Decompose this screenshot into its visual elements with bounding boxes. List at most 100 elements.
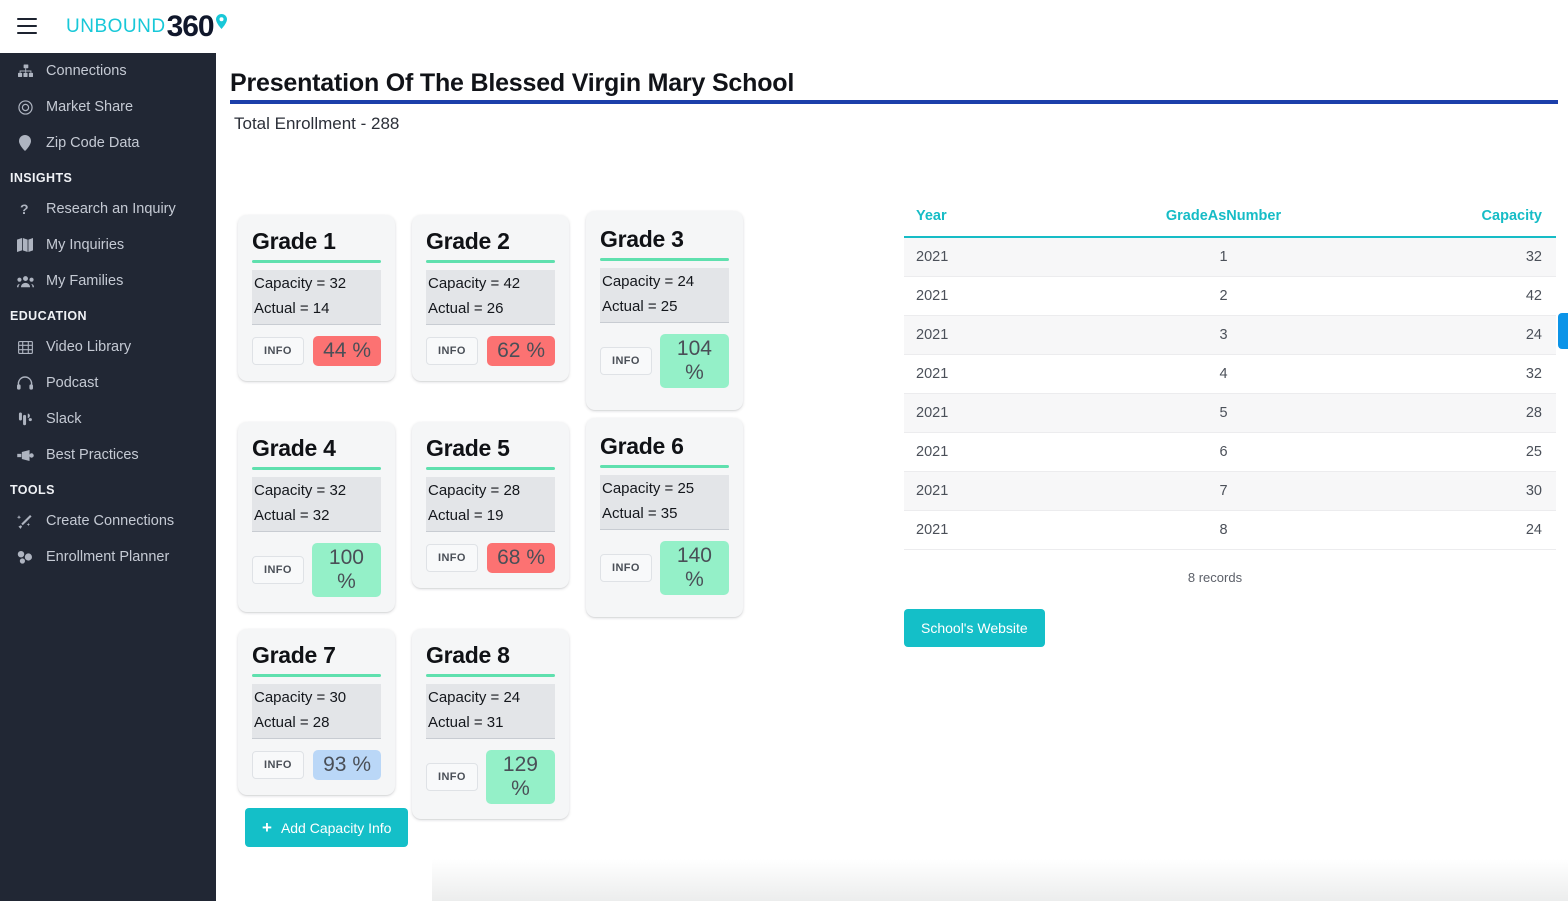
sidebar-item-market-share[interactable]: Market Share: [0, 89, 216, 125]
table-row[interactable]: 2021 2 42: [904, 276, 1556, 316]
card-stats: Capacity = 32 Actual = 14: [252, 270, 381, 325]
column-header-year[interactable]: Year: [904, 208, 1087, 237]
info-button[interactable]: INFO: [426, 336, 478, 365]
info-button[interactable]: INFO: [600, 553, 652, 582]
sidebar-item-label: Slack: [46, 411, 82, 427]
grade-card[interactable]: Grade 8 Capacity = 24 Actual = 31 INFO 1…: [412, 628, 569, 819]
add-capacity-info-button[interactable]: + Add Capacity Info: [245, 808, 409, 847]
sidebar-section-education: EDUCATION: [10, 309, 87, 323]
table-row[interactable]: 2021 5 28: [904, 393, 1556, 433]
capacity-value: Capacity = 30: [254, 688, 347, 706]
table-head: Year GradeAsNumber Capacity: [904, 208, 1556, 237]
card-accent-bar: [600, 465, 729, 469]
card-stats: Capacity = 28 Actual = 19: [426, 477, 555, 532]
card-actions: INFO 129 %: [426, 749, 555, 804]
table-row[interactable]: 2021 1 32: [904, 237, 1556, 277]
info-button[interactable]: INFO: [600, 346, 652, 375]
sidebar-item-label: Connections: [46, 63, 127, 79]
info-button[interactable]: INFO: [426, 543, 478, 572]
question-icon: ?: [16, 201, 34, 217]
cell-capacity: 24: [1360, 510, 1556, 550]
card-stats: Capacity = 42 Actual = 26: [426, 270, 555, 325]
info-button[interactable]: INFO: [426, 762, 478, 791]
sidebar-item-enrollment-planner[interactable]: Enrollment Planner: [0, 539, 216, 575]
info-button[interactable]: INFO: [252, 555, 304, 584]
cell-year: 2021: [904, 393, 1087, 433]
grade-card[interactable]: Grade 2 Capacity = 42 Actual = 26 INFO 6…: [412, 215, 569, 381]
grade-card[interactable]: Grade 4 Capacity = 32 Actual = 32 INFO 1…: [238, 421, 395, 612]
grade-card[interactable]: Grade 5 Capacity = 28 Actual = 19 INFO 6…: [412, 421, 569, 588]
users-icon: [16, 275, 34, 288]
sidebar-item-my-inquiries[interactable]: My Inquiries: [0, 227, 216, 263]
card-stats: Capacity = 24 Actual = 25: [600, 268, 729, 323]
map-pin-icon: [16, 135, 34, 151]
total-enrollment-label: Total Enrollment - 288: [234, 114, 400, 133]
card-stats: Capacity = 32 Actual = 32: [252, 477, 381, 532]
card-title: Grade 8: [426, 641, 510, 668]
card-title: Grade 7: [252, 641, 336, 668]
cell-capacity: 32: [1360, 237, 1556, 277]
actual-value: Actual = 28: [254, 713, 330, 731]
card-actions: INFO 68 %: [426, 542, 555, 573]
sidebar-item-connections[interactable]: Connections: [0, 53, 216, 89]
record-count: 8 records: [1187, 570, 1243, 585]
grade-cards: Grade 1 Capacity = 32 Actual = 14 INFO 4…: [238, 211, 798, 831]
card-title: Grade 1: [252, 228, 336, 254]
headphones-icon: [16, 376, 34, 390]
card-row: Grade 1 Capacity = 32 Actual = 14 INFO 4…: [238, 211, 798, 410]
card-title: Grade 6: [600, 432, 684, 459]
grade-card[interactable]: Grade 3 Capacity = 24 Actual = 25 INFO 1…: [586, 211, 743, 410]
column-header-capacity[interactable]: Capacity: [1360, 208, 1556, 237]
card-accent-bar: [252, 467, 381, 471]
logo-word: UNBOUND: [66, 16, 166, 37]
percent-badge: 62 %: [487, 335, 555, 366]
capacity-table: Year GradeAsNumber Capacity 2021 1 32 20…: [904, 208, 1556, 550]
hamburger-icon[interactable]: [17, 18, 37, 34]
side-panel-toggle-tab[interactable]: [1558, 313, 1568, 349]
sidebar-item-label: Research an Inquiry: [46, 201, 176, 217]
cell-capacity: 24: [1360, 315, 1556, 355]
capacity-value: Capacity = 42: [428, 275, 521, 293]
sidebar-item-podcast[interactable]: Podcast: [0, 365, 216, 401]
sidebar-item-zip-code-data[interactable]: Zip Code Data: [0, 125, 216, 161]
sidebar-item-research-an-inquiry[interactable]: ? Research an Inquiry: [0, 191, 216, 227]
card-actions: INFO 100 %: [252, 542, 381, 597]
cell-grade: 3: [1086, 315, 1361, 355]
sidebar-item-slack[interactable]: Slack: [0, 401, 216, 437]
card-stats: Capacity = 25 Actual = 35: [600, 475, 729, 530]
info-button[interactable]: INFO: [252, 750, 304, 779]
info-button[interactable]: INFO: [252, 336, 304, 365]
card-accent-bar: [252, 673, 381, 677]
sidebar-item-label: My Inquiries: [46, 237, 125, 253]
column-header-gradeasnumber[interactable]: GradeAsNumber: [1087, 208, 1361, 237]
card-actions: INFO 93 %: [252, 749, 381, 780]
schools-website-button[interactable]: School's Website: [904, 609, 1045, 647]
app-logo[interactable]: UNBOUND 360: [66, 10, 227, 44]
table-row[interactable]: 2021 6 25: [904, 432, 1556, 472]
percent-badge: 93 %: [313, 749, 381, 780]
sidebar-section-tools: TOOLS: [10, 483, 55, 497]
cell-capacity: 25: [1360, 432, 1556, 472]
cell-year: 2021: [904, 432, 1087, 472]
table-row[interactable]: 2021 4 32: [904, 354, 1556, 394]
grade-card[interactable]: Grade 1 Capacity = 32 Actual = 14 INFO 4…: [238, 215, 395, 381]
table-row[interactable]: 2021 7 30: [904, 471, 1556, 511]
percent-badge: 129 %: [485, 749, 555, 804]
sidebar-item-video-library[interactable]: Video Library: [0, 329, 216, 365]
table-row[interactable]: 2021 3 24: [904, 315, 1556, 355]
cell-grade: 2: [1086, 276, 1361, 316]
card-title: Grade 3: [600, 226, 684, 252]
sidebar-item-create-connections[interactable]: Create Connections: [0, 503, 216, 539]
sidebar-item-my-families[interactable]: My Families: [0, 263, 216, 299]
grade-card[interactable]: Grade 7 Capacity = 30 Actual = 28 INFO 9…: [238, 628, 395, 795]
cell-year: 2021: [904, 315, 1087, 355]
cell-year: 2021: [904, 471, 1087, 511]
sidebar-item-best-practices[interactable]: Best Practices: [0, 437, 216, 473]
grade-card[interactable]: Grade 6 Capacity = 25 Actual = 35 INFO 1…: [586, 417, 743, 617]
table-row[interactable]: 2021 8 24: [904, 510, 1556, 550]
actual-value: Actual = 32: [254, 506, 330, 524]
card-row: Grade 7 Capacity = 30 Actual = 28 INFO 9…: [238, 628, 798, 819]
cell-year: 2021: [904, 510, 1087, 550]
capacity-table-wrap: Year GradeAsNumber Capacity 2021 1 32 20…: [904, 208, 1556, 585]
target-icon: [16, 99, 34, 115]
